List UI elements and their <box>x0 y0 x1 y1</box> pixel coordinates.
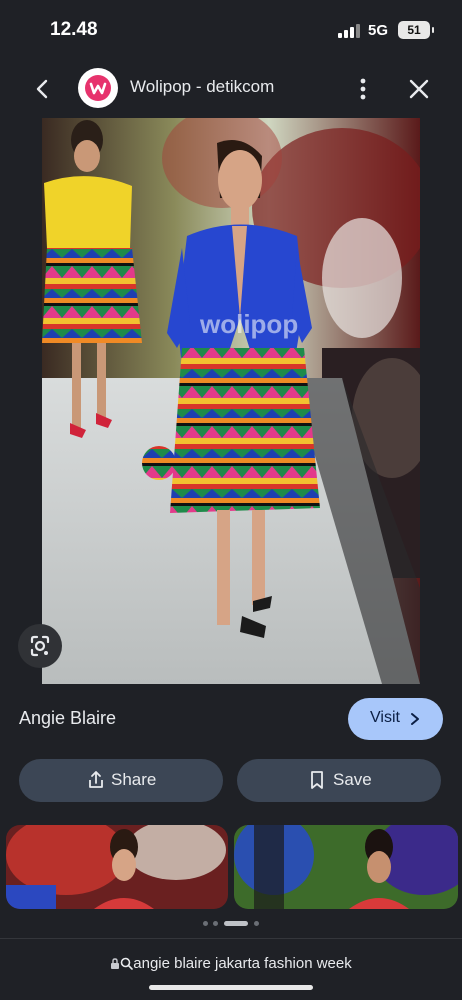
image-watermark: wolipop <box>199 309 298 339</box>
google-lens-button[interactable] <box>18 624 62 668</box>
result-title: Angie Blaire <box>19 708 117 728</box>
lock-icon <box>111 958 120 969</box>
related-image-thumbnail[interactable] <box>234 825 458 909</box>
lens-icon <box>30 635 50 657</box>
share-button[interactable]: Share <box>19 759 223 802</box>
visit-button[interactable]: Visit <box>348 698 443 740</box>
network-type: 5G <box>368 22 389 39</box>
visit-label: Visit <box>370 709 400 726</box>
viewer-header: Wolipop - detikcom <box>0 62 462 118</box>
url-text[interactable]: angie blaire jakarta fashion week <box>0 955 462 972</box>
home-indicator[interactable] <box>149 985 313 990</box>
status-bar: 12.48 5G 51 <box>0 0 462 62</box>
search-url-bar[interactable]: angie blaire jakarta fashion week <box>0 938 462 1000</box>
battery-level: 51 <box>407 23 421 37</box>
pagination-dot <box>213 921 218 926</box>
related-images <box>0 825 462 909</box>
share-label: Share <box>111 770 157 789</box>
search-query: angie blaire jakarta fashion week <box>133 955 352 972</box>
pagination-dot <box>254 921 259 926</box>
related-image-thumbnail[interactable] <box>6 825 228 909</box>
save-label: Save <box>333 770 372 789</box>
site-title[interactable]: Wolipop - detikcom <box>130 77 274 97</box>
pagination-dot <box>203 921 208 926</box>
chevron-right-icon <box>411 713 419 725</box>
share-icon <box>89 771 103 788</box>
close-icon[interactable] <box>405 75 433 103</box>
main-image[interactable]: wolipop <box>42 118 420 684</box>
image-viewer: wolipop <box>0 118 462 684</box>
status-time: 12.48 <box>50 19 98 40</box>
search-icon <box>120 957 134 970</box>
back-arrow-icon[interactable] <box>30 76 56 102</box>
battery-icon: 51 <box>398 21 434 39</box>
save-button[interactable]: Save <box>237 759 441 802</box>
signal-icon <box>338 24 360 38</box>
more-vertical-icon[interactable] <box>350 74 376 104</box>
pagination-dot-active <box>224 921 248 926</box>
carousel-pagination <box>0 918 462 928</box>
site-logo-icon <box>78 68 118 108</box>
bookmark-icon <box>311 771 323 789</box>
